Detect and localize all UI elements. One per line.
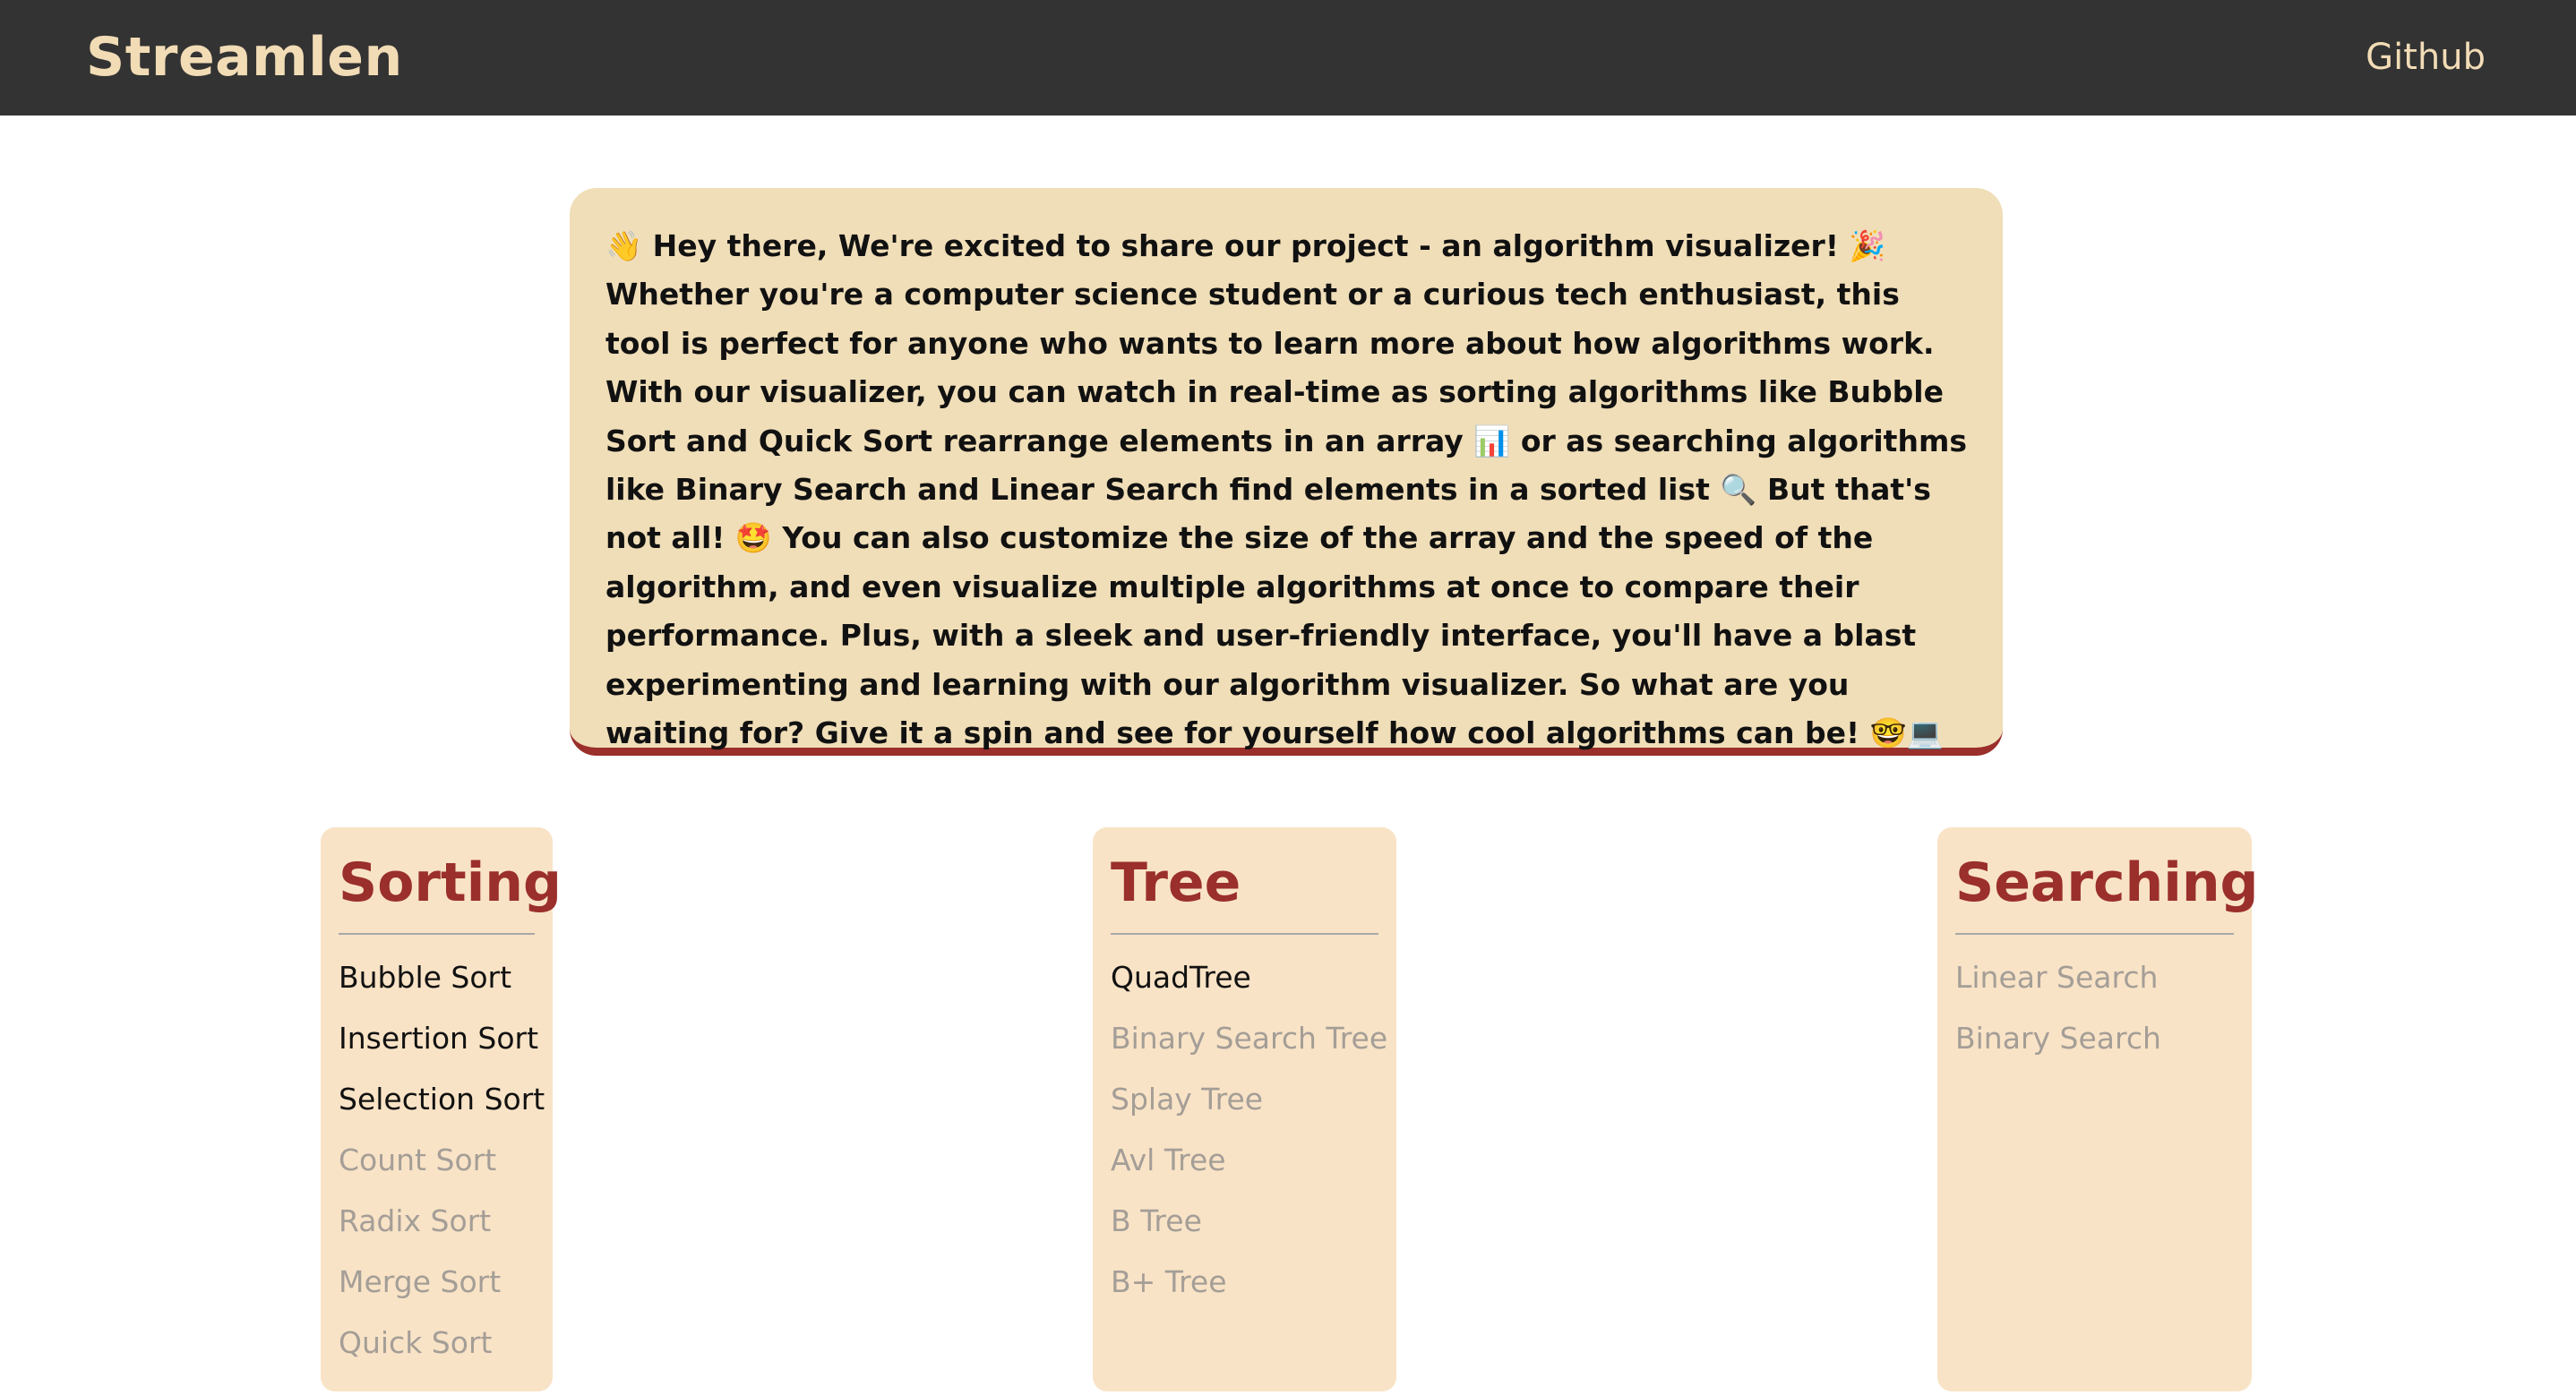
github-link[interactable]: Github (2366, 32, 2486, 82)
navbar: Streamlen Github (0, 0, 2576, 116)
sorting-item-selection-sort[interactable]: Selection Sort (339, 1069, 545, 1130)
tree-item-quadtree[interactable]: QuadTree (1111, 947, 1378, 1008)
page: Streamlen Github 👋 Hey there, We're exci… (0, 0, 2576, 1395)
sorting-item-merge-sort: Merge Sort (339, 1264, 502, 1299)
tree-item-splay-tree: Splay Tree (1111, 1082, 1264, 1117)
searching-item-linear-search: Linear Search (1955, 960, 2159, 995)
sorting-item-count-sort: Count Sort (339, 1143, 497, 1177)
searching-category-title: Searching (1955, 852, 2259, 914)
tree-item-b-tree: B Tree (1111, 1203, 1202, 1238)
sorting-item-quick-sort: Quick Sort (339, 1325, 493, 1360)
searching-divider (1955, 933, 2234, 935)
tree-item-avl-tree: Avl Tree (1111, 1143, 1226, 1177)
sorting-category-card: Sorting Bubble Sort Insertion Sort Selec… (321, 827, 562, 1391)
searching-item-binary-search: Binary Search (1955, 1021, 2161, 1056)
intro-text: 👋 Hey there, We're excited to share our … (605, 228, 1967, 751)
tree-category-card: Tree QuadTree Binary Search Tree Splay T… (1093, 827, 1396, 1391)
searching-category-card: Searching Linear Search Binary Search (1937, 827, 2259, 1391)
sorting-divider (339, 933, 535, 935)
tree-item-b-plus-tree: B+ Tree (1111, 1264, 1227, 1299)
searching-algorithm-list: Linear Search Binary Search (1955, 947, 2234, 1069)
sorting-item-insertion-sort[interactable]: Insertion Sort (339, 1008, 538, 1069)
intro-card: 👋 Hey there, We're excited to share our … (570, 188, 2003, 756)
sorting-item-bubble-sort[interactable]: Bubble Sort (339, 947, 535, 1008)
tree-algorithm-list: QuadTree Binary Search Tree Splay Tree A… (1111, 947, 1388, 1313)
tree-divider (1111, 933, 1378, 935)
tree-item-binary-search-tree: Binary Search Tree (1111, 1021, 1388, 1056)
brand-logo-link[interactable]: Streamlen (86, 23, 403, 91)
sorting-item-radix-sort: Radix Sort (339, 1203, 492, 1238)
sorting-category-title: Sorting (339, 852, 562, 914)
tree-category-title: Tree (1111, 852, 1241, 914)
sorting-algorithm-list: Bubble Sort Insertion Sort Selection Sor… (339, 947, 545, 1374)
